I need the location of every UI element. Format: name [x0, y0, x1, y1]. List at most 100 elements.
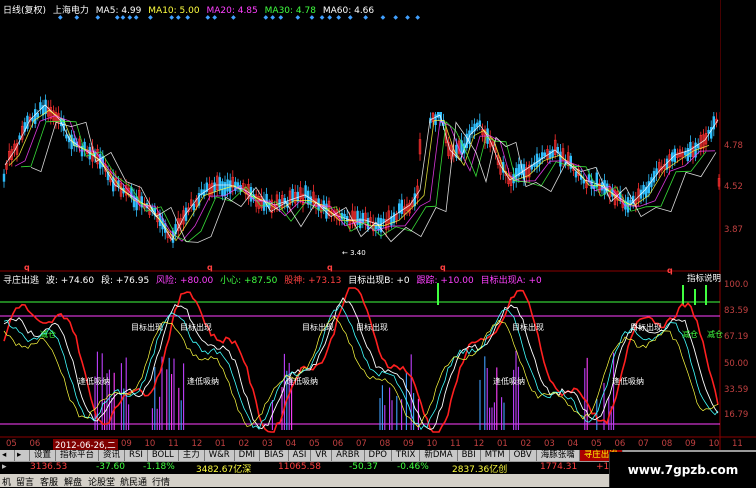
- moving-average-line: [30, 121, 717, 243]
- tab-scroll-right[interactable]: ▸: [15, 450, 30, 461]
- cy-index[interactable]: 1774.31: [540, 462, 577, 472]
- date-axis-label: 05: [309, 439, 320, 449]
- candle-body: [44, 99, 47, 115]
- reduce-position-label: 减仓: [682, 330, 698, 339]
- date-axis-label: 09: [685, 439, 696, 449]
- tab-scroll-left[interactable]: ◂: [0, 450, 15, 461]
- tab-settings[interactable]: 设置: [30, 450, 57, 461]
- tab-arbr[interactable]: ARBR: [332, 450, 365, 461]
- candle-body: [434, 114, 437, 126]
- candle-body: [647, 181, 651, 194]
- menu-item-forum[interactable]: 论股堂: [88, 475, 115, 488]
- q-mark: q: [327, 263, 333, 272]
- legend-item-wave: 波: +74.60: [45, 276, 95, 286]
- q-mark: q: [24, 263, 30, 272]
- tab-wr[interactable]: W&R: [204, 450, 235, 461]
- candle-body: [296, 191, 299, 202]
- tab-indicator-platform[interactable]: 指标平台: [56, 450, 100, 461]
- tab-dmi[interactable]: DMI: [234, 450, 261, 461]
- date-axis-label: 10: [708, 439, 720, 449]
- sz-pct: -0.46%: [397, 462, 429, 472]
- target-label: 目标出现: [302, 323, 334, 332]
- candle-body: [361, 212, 364, 224]
- indicator-help-link[interactable]: 指标说明: [687, 272, 721, 284]
- indicator-axis-label: 100.0: [724, 280, 749, 290]
- low-price-marker: ← 3.40: [342, 249, 366, 257]
- chart-canvas[interactable]: ◆ ◆ ◆ ◆ ◆ ◆ ◆ ◆ ◆ ◆ ◆ ◆ ◆ ◆ ◆ ◆ ◆ ◆ ◆ ◆ ◆ ◆ ◆ ◆ ◆ ◆ ◆ ◆: [0, 0, 756, 487]
- ma10-value: MA10: 5.00: [148, 6, 200, 16]
- legend-item-caution: 小心: +87.50: [220, 276, 278, 286]
- legend-item-target-b: 目标出现B: +0: [348, 276, 410, 286]
- period-label[interactable]: 日线(复权): [3, 6, 46, 16]
- price-axis-label: 4.52: [724, 182, 743, 192]
- q-mark: q: [207, 263, 213, 272]
- tab-bbi[interactable]: BBI: [457, 450, 481, 461]
- date-axis-label: 03: [544, 439, 555, 449]
- menu-item-hangmin[interactable]: 航民通: [120, 475, 147, 488]
- legend-item-segment: 段: +76.95: [100, 276, 150, 286]
- arrow-icon: ▸: [2, 462, 7, 472]
- tab-dpo[interactable]: DPO: [364, 450, 392, 461]
- candle-body: [478, 120, 481, 125]
- date-axis-label: 11: [168, 439, 179, 449]
- indicator-axis-label: 33.59: [724, 385, 749, 395]
- indicator-name[interactable]: 寻庄出逃: [3, 276, 39, 286]
- candle-body: [36, 112, 40, 118]
- menu-item-commentary[interactable]: 解盘: [64, 475, 82, 488]
- tab-bias[interactable]: BIAS: [260, 450, 289, 461]
- ma30-value: MA30: 4.78: [264, 6, 316, 16]
- tab-dolphin[interactable]: 海豚张嘴: [536, 450, 580, 461]
- menu-item-machine[interactable]: 机: [2, 475, 11, 488]
- date-axis-label: 08: [661, 439, 673, 449]
- buy-low-label: 逢低吸纳: [493, 377, 525, 386]
- indicator-axis-label: 83.59: [724, 306, 749, 316]
- tab-main-force[interactable]: 主力: [178, 450, 205, 461]
- tab-new-dma[interactable]: 新DMA: [420, 450, 458, 461]
- candle-body: [543, 152, 547, 157]
- target-label: 目标出现: [512, 323, 544, 332]
- candle-body: [33, 109, 37, 124]
- ma20-value: MA20: 4.85: [206, 6, 258, 16]
- date-axis-label: 07: [638, 439, 649, 449]
- candle-body: [683, 151, 687, 156]
- legend-item-target-a: 目标出现A: +0: [480, 276, 542, 286]
- oscillator-line: [3, 287, 719, 433]
- tab-news[interactable]: 资讯: [99, 450, 126, 461]
- reduce-position-label: 减仓: [707, 330, 723, 339]
- candle-body: [39, 102, 42, 110]
- sh-index[interactable]: 3136.53: [30, 462, 67, 472]
- buy-low-label: 逢低吸纳: [286, 377, 318, 386]
- tab-asi[interactable]: ASI: [288, 450, 312, 461]
- tab-rsi[interactable]: RSI: [125, 450, 148, 461]
- menu-item-message[interactable]: 留言: [16, 475, 34, 488]
- sz-index[interactable]: 11065.58: [278, 462, 321, 472]
- diamond-marker: ◆: [381, 14, 386, 21]
- tab-obv[interactable]: OBV: [509, 450, 537, 461]
- candle-body: [309, 196, 312, 204]
- candle-body: [574, 171, 578, 178]
- buy-low-label: 逢低吸纳: [78, 377, 110, 386]
- date-axis-label: 06: [332, 439, 344, 449]
- q-mark: q: [667, 266, 673, 275]
- candle-body: [218, 177, 221, 191]
- stock-name: 上海电力: [52, 6, 89, 16]
- tab-vr[interactable]: VR: [311, 450, 333, 461]
- market-status-bar: ▸ 3136.53 -37.60 -1.18% 3482.67亿深 11065.…: [0, 462, 615, 475]
- date-axis-label: 05: [6, 439, 17, 449]
- target-label: 目标出现: [180, 323, 212, 332]
- candle-body: [343, 213, 346, 218]
- upper-blank-area: [425, 0, 720, 112]
- indicator-axis-label: 67.19: [724, 332, 749, 342]
- buy-low-label: 逢低吸纳: [187, 377, 219, 386]
- menu-item-service[interactable]: 客服: [40, 475, 58, 488]
- target-label: 目标出现: [630, 323, 662, 332]
- date-axis-label: 10: [426, 439, 438, 449]
- tab-trix[interactable]: TRIX: [391, 450, 421, 461]
- menu-item-quotes[interactable]: 行情: [152, 475, 170, 488]
- candle-body: [559, 151, 562, 167]
- tab-boll[interactable]: BOLL: [147, 450, 179, 461]
- candle-body: [582, 179, 586, 184]
- candle-body: [192, 203, 195, 211]
- tab-mtm[interactable]: MTM: [480, 450, 510, 461]
- candle-body: [548, 150, 552, 159]
